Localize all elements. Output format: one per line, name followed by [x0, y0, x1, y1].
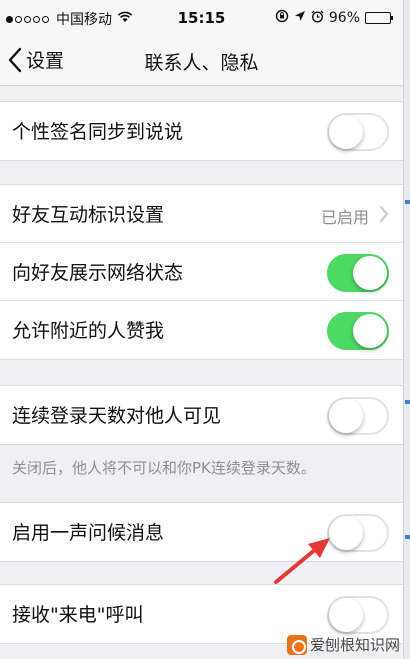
row-label: 启用一声问候消息: [12, 522, 165, 544]
annotation-arrow-icon: [274, 538, 330, 584]
settings-row-network-status: 向好友展示网络状态: [0, 243, 403, 301]
settings-row-login-days: 连续登录天数对他人可见: [0, 386, 403, 444]
chevron-right-icon: [380, 206, 388, 222]
edge-mark: [405, 200, 410, 204]
navigation-bar: 设置 联系人、隐私: [0, 36, 403, 86]
settings-section-friends: 好友互动标识设置 已启用 向好友展示网络状态 允许附近的人赞我: [0, 184, 403, 360]
row-label: 允许附近的人赞我: [12, 320, 165, 342]
watermark-logo-icon: [286, 634, 307, 655]
settings-section-login-days: 连续登录天数对他人可见: [0, 385, 403, 445]
rotation-lock-icon: [275, 9, 289, 27]
settings-section-greeting: 启用一声问候消息: [0, 502, 403, 562]
settings-row-interaction-marks[interactable]: 好友互动标识设置 已启用: [0, 185, 403, 243]
row-label: 好友互动标识设置: [12, 204, 165, 226]
row-label: 连续登录天数对他人可见: [12, 405, 222, 427]
alarm-icon: [311, 10, 324, 27]
toggle-knob: [353, 314, 387, 348]
edge-mark: [405, 535, 410, 539]
login-days-toggle[interactable]: [327, 397, 389, 435]
toggle-knob: [353, 256, 387, 290]
settings-section-signature: 个性签名同步到说说: [0, 101, 403, 161]
row-value: 已启用: [320, 208, 369, 227]
page-title: 联系人、隐私: [144, 52, 259, 74]
nearby-likes-toggle[interactable]: [327, 312, 389, 350]
row-label: 向好友展示网络状态: [12, 262, 184, 284]
battery-percent: 96%: [328, 10, 360, 26]
settings-row-signature-sync: 个性签名同步到说说: [0, 102, 403, 160]
status-right: 96%: [275, 9, 393, 27]
toggle-knob: [329, 399, 363, 433]
edge-mark: [405, 400, 410, 404]
network-status-toggle[interactable]: [327, 254, 389, 292]
status-bar: 中国移动 15:15 96%: [0, 0, 403, 36]
settings-row-nearby-likes: 允许附近的人赞我: [0, 301, 403, 359]
toggle-knob: [329, 115, 363, 149]
incoming-calls-toggle[interactable]: [327, 596, 389, 634]
battery-icon: [365, 12, 393, 24]
signature-sync-toggle[interactable]: [327, 113, 389, 151]
watermark-text: 爱刨根知识网: [309, 636, 400, 654]
settings-row-greeting: 启用一声问候消息: [0, 503, 403, 561]
watermark: 爱刨根知识网: [286, 634, 400, 655]
background-window-edge: [403, 0, 410, 659]
row-label: 个性签名同步到说说: [12, 121, 184, 143]
location-icon: [294, 10, 306, 26]
section-footer-note: 关闭后，他人将不可以和你PK连续登录天数。: [12, 459, 316, 477]
toggle-knob: [329, 598, 363, 632]
row-label: 接收"来电"呼叫: [12, 604, 144, 626]
